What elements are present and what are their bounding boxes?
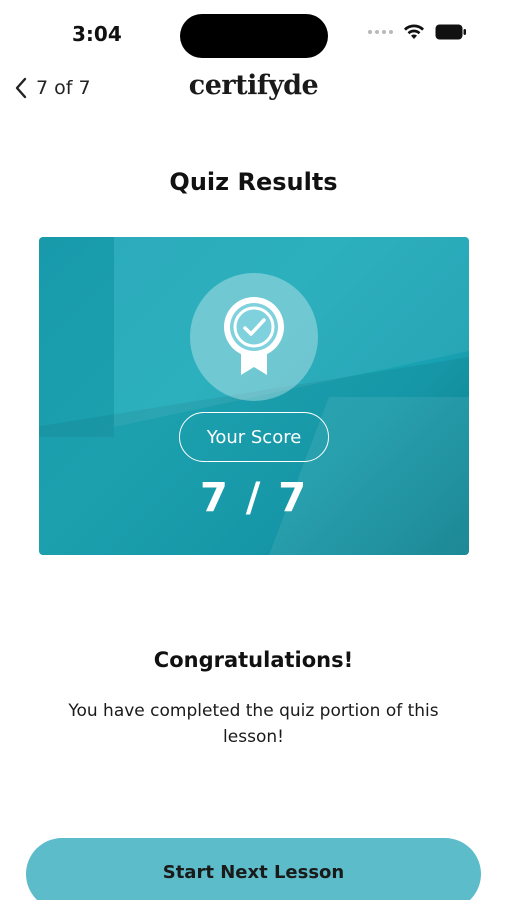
card-decoration xyxy=(39,237,114,437)
award-ribbon-icon xyxy=(224,297,284,375)
congrats-title: Congratulations! xyxy=(153,648,354,672)
status-time: 3:04 xyxy=(72,22,122,46)
congrats-message: You have completed the quiz portion of t… xyxy=(68,701,439,747)
dynamic-island xyxy=(180,14,328,58)
signal-dots-icon xyxy=(368,30,393,34)
wifi-icon xyxy=(404,24,424,39)
award-badge xyxy=(190,273,318,401)
score-value: 7 / 7 xyxy=(199,475,309,521)
status-icons xyxy=(368,24,467,40)
battery-icon xyxy=(435,24,466,40)
page-title: Quiz Results xyxy=(169,168,338,196)
brand-logo: certifyde xyxy=(188,70,319,101)
score-card: Your Score 7 / 7 xyxy=(39,237,469,555)
status-bar: 3:04 xyxy=(0,0,507,70)
your-score-label: Your Score xyxy=(179,412,329,462)
start-next-lesson-button[interactable]: Start Next Lesson xyxy=(26,838,481,900)
